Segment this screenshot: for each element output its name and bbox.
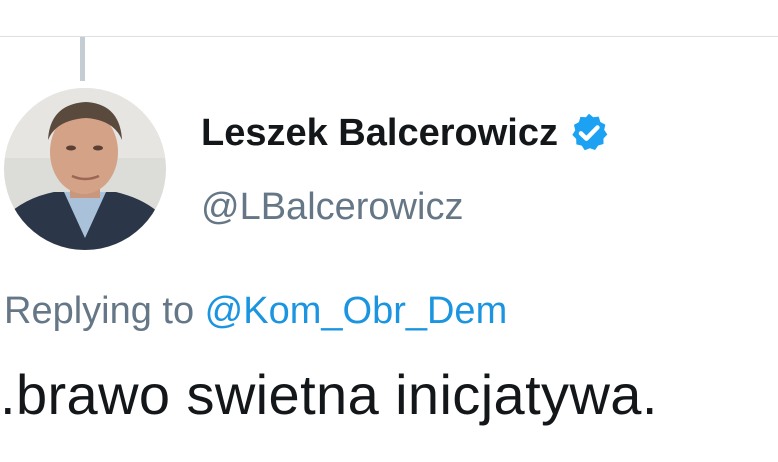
replying-to-line: Replying to @Kom_Obr_Dem	[4, 290, 507, 333]
avatar[interactable]	[4, 88, 166, 250]
tweet-text: .brawo swietna inicjatywa.	[0, 363, 658, 426]
replying-to-prefix: Replying to	[4, 290, 205, 332]
reply-target-link[interactable]: @Kom_Obr_Dem	[205, 290, 508, 332]
avatar-photo-icon	[4, 88, 166, 250]
thread-connector-line	[80, 37, 85, 81]
author-name-row[interactable]: Leszek Balcerowicz	[201, 108, 611, 158]
top-divider	[0, 36, 778, 37]
author-handle[interactable]: @LBalcerowicz	[201, 186, 463, 229]
author-display-name[interactable]: Leszek Balcerowicz	[201, 112, 558, 155]
verified-badge-icon	[567, 111, 611, 155]
